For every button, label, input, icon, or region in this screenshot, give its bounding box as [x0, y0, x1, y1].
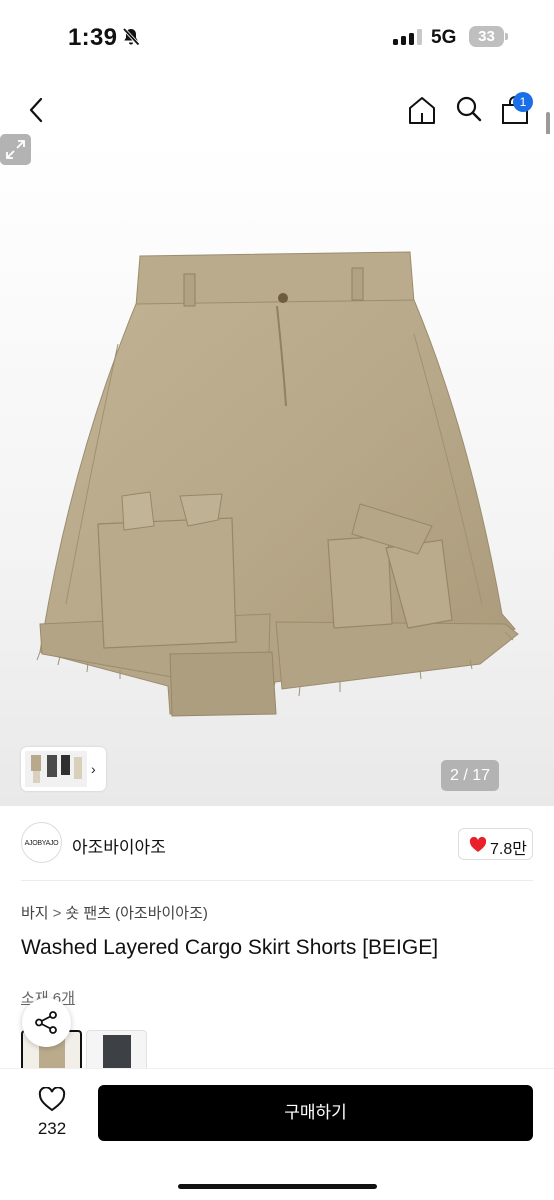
swatch-image-charcoal [103, 1035, 131, 1068]
battery-tip [505, 33, 508, 40]
product-image-shorts [36, 251, 519, 717]
bell-slash-icon [122, 27, 140, 46]
product-title: Washed Layered Cargo Skirt Shorts [BEIGE… [21, 936, 439, 959]
wishlist-count: 232 [37, 1119, 67, 1138]
signal-strength-icon [393, 29, 422, 45]
bottom-bar: 232 구매하기 [0, 1068, 554, 1200]
top-nav [0, 86, 554, 134]
color-swatch-charcoal[interactable] [86, 1030, 147, 1068]
status-time: 1:39 [68, 24, 118, 51]
divider [21, 880, 533, 881]
network-type: 5G [431, 27, 457, 48]
breadcrumb-category[interactable]: 바지 [21, 902, 49, 923]
brand-name[interactable]: 아조바이아조 [72, 833, 166, 858]
thumbnail-next-icon[interactable]: › [91, 761, 96, 777]
home-indicator[interactable] [178, 1184, 377, 1189]
share-icon [35, 1011, 57, 1034]
expand-icon[interactable] [0, 134, 31, 165]
status-bar: 1:39 5G 33 [0, 0, 554, 76]
buy-button[interactable]: 구매하기 [98, 1085, 533, 1141]
brand-like-button[interactable]: 7.8만 [458, 828, 533, 860]
heart-filled-icon [469, 837, 487, 852]
product-image-gallery[interactable]: › 2 / 17 [0, 134, 554, 806]
breadcrumb: 바지 > 숏 팬츠 (아조바이아조) [21, 902, 208, 923]
thumbnail-image [25, 751, 87, 787]
brand-row: AJOBYAJO 아조바이아조 7.8만 [0, 822, 554, 866]
search-icon[interactable] [454, 94, 484, 124]
share-button[interactable] [22, 998, 71, 1047]
battery-icon: 33 [469, 26, 504, 47]
breadcrumb-separator: > [52, 905, 62, 922]
brand-logo[interactable]: AJOBYAJO [21, 822, 62, 863]
thumbnail-strip[interactable]: › [21, 747, 106, 791]
breadcrumb-subcategory[interactable]: 숏 팬츠 (아조바이아조) [65, 902, 208, 923]
image-counter: 2 / 17 [441, 760, 499, 791]
wishlist-button[interactable]: 232 [30, 1087, 74, 1147]
heart-outline-icon [38, 1087, 66, 1112]
brand-like-count: 7.8만 [490, 841, 527, 858]
back-chevron-icon[interactable] [24, 96, 50, 124]
home-icon[interactable] [406, 94, 438, 126]
cart-badge: 1 [513, 92, 533, 112]
